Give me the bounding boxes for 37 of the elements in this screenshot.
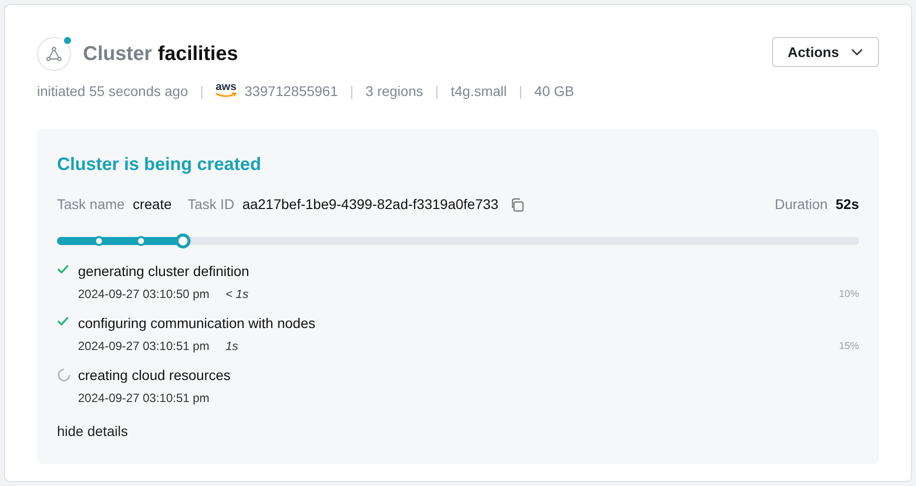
meta-text: 40 GB [534, 82, 574, 101]
step-time: 2024-09-27 03:10:50 pm [78, 286, 210, 303]
triangle-nodes-icon [46, 46, 62, 62]
meta-text: 3 regions [366, 82, 424, 101]
meta-text: t4g.small [450, 82, 507, 101]
separator: | [200, 82, 204, 101]
meta-text: initiated 55 seconds ago [37, 82, 188, 101]
meta-text: 339712855961 [244, 82, 338, 101]
hide-details-link[interactable]: hide details [57, 421, 128, 442]
step-label: creating cloud resources [78, 366, 232, 385]
step-percent: 15% [838, 340, 859, 354]
step-percent: 10% [838, 288, 859, 302]
actions-button[interactable]: Actions [772, 37, 879, 67]
task-name-label: Task name [57, 195, 125, 214]
task-heading: Cluster is being created [57, 153, 262, 176]
spinner-icon [57, 368, 71, 382]
duration-label: Duration [774, 195, 828, 214]
separator: | [435, 82, 439, 101]
task-name: create [132, 195, 172, 214]
cluster-name: facilities [158, 42, 238, 67]
step-elapsed: 1s [225, 338, 238, 355]
progress-marker [175, 234, 190, 248]
step-label: configuring communication with nodes [78, 314, 316, 333]
task-id-label: Task ID [188, 195, 234, 214]
check-icon [57, 316, 69, 326]
step-time: 2024-09-27 03:10:51 pm [78, 390, 210, 407]
separator: | [518, 82, 522, 101]
copy-icon[interactable] [510, 198, 524, 212]
step-elapsed: < 1s [225, 286, 248, 303]
task-id: aa217bef-1be9-4399-82ad-f3319a0fe733 [242, 195, 498, 214]
check-icon [57, 264, 69, 274]
step-time: 2024-09-27 03:10:51 pm [78, 338, 210, 355]
step-label: generating cluster definition [78, 262, 250, 281]
separator: | [350, 82, 354, 101]
chevron-down-icon [851, 48, 863, 56]
duration-value: 52s [836, 195, 859, 214]
title-prefix: Cluster [83, 42, 152, 67]
